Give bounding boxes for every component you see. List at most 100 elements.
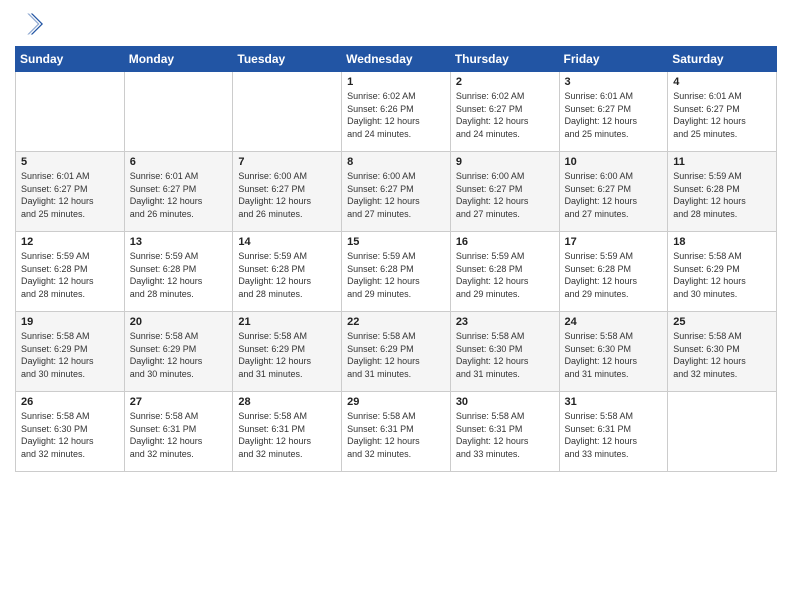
day-number: 7 (238, 156, 336, 168)
header-tuesday: Tuesday (233, 47, 342, 72)
day-info: Sunrise: 5:58 AM Sunset: 6:30 PM Dayligh… (21, 410, 119, 460)
calendar-cell: 30 Sunrise: 5:58 AM Sunset: 6:31 PM Dayli… (450, 392, 559, 472)
day-info: Sunrise: 5:58 AM Sunset: 6:30 PM Dayligh… (673, 330, 771, 380)
day-number: 8 (347, 156, 445, 168)
calendar-cell: 1 Sunrise: 6:02 AM Sunset: 6:26 PM Daylig… (342, 72, 451, 152)
day-info: Sunrise: 5:59 AM Sunset: 6:28 PM Dayligh… (21, 250, 119, 300)
calendar-cell: 11 Sunrise: 5:59 AM Sunset: 6:28 PM Dayli… (668, 152, 777, 232)
logo-icon (15, 10, 43, 38)
day-number: 12 (21, 236, 119, 248)
header-monday: Monday (124, 47, 233, 72)
day-info: Sunrise: 6:01 AM Sunset: 6:27 PM Dayligh… (673, 90, 771, 140)
day-number: 30 (456, 396, 554, 408)
calendar-cell: 21 Sunrise: 5:58 AM Sunset: 6:29 PM Dayli… (233, 312, 342, 392)
day-number: 1 (347, 76, 445, 88)
day-info: Sunrise: 5:59 AM Sunset: 6:28 PM Dayligh… (565, 250, 663, 300)
day-info: Sunrise: 5:58 AM Sunset: 6:31 PM Dayligh… (347, 410, 445, 460)
calendar-cell: 2 Sunrise: 6:02 AM Sunset: 6:27 PM Daylig… (450, 72, 559, 152)
calendar-cell: 7 Sunrise: 6:00 AM Sunset: 6:27 PM Daylig… (233, 152, 342, 232)
calendar-cell (233, 72, 342, 152)
day-number: 26 (21, 396, 119, 408)
day-number: 24 (565, 316, 663, 328)
day-number: 2 (456, 76, 554, 88)
day-info: Sunrise: 5:59 AM Sunset: 6:28 PM Dayligh… (347, 250, 445, 300)
day-info: Sunrise: 5:59 AM Sunset: 6:28 PM Dayligh… (238, 250, 336, 300)
calendar-cell: 26 Sunrise: 5:58 AM Sunset: 6:30 PM Dayli… (16, 392, 125, 472)
day-number: 13 (130, 236, 228, 248)
day-info: Sunrise: 6:02 AM Sunset: 6:27 PM Dayligh… (456, 90, 554, 140)
calendar-cell: 22 Sunrise: 5:58 AM Sunset: 6:29 PM Dayli… (342, 312, 451, 392)
calendar-week-row: 5 Sunrise: 6:01 AM Sunset: 6:27 PM Daylig… (16, 152, 777, 232)
calendar-cell: 3Sunrise: 6:01 AM Sunset: 6:27 PM Daylig… (559, 72, 668, 152)
day-number: 28 (238, 396, 336, 408)
calendar-table: SundayMondayTuesdayWednesdayThursdayFrid… (15, 46, 777, 472)
header-saturday: Saturday (668, 47, 777, 72)
day-number: 9 (456, 156, 554, 168)
day-number: 6 (130, 156, 228, 168)
day-info: Sunrise: 5:58 AM Sunset: 6:29 PM Dayligh… (238, 330, 336, 380)
day-info: Sunrise: 5:59 AM Sunset: 6:28 PM Dayligh… (130, 250, 228, 300)
day-info: Sunrise: 5:59 AM Sunset: 6:28 PM Dayligh… (456, 250, 554, 300)
calendar-week-row: 19Sunrise: 5:58 AM Sunset: 6:29 PM Dayli… (16, 312, 777, 392)
day-info: Sunrise: 5:58 AM Sunset: 6:29 PM Dayligh… (130, 330, 228, 380)
day-info: Sunrise: 5:59 AM Sunset: 6:28 PM Dayligh… (673, 170, 771, 220)
calendar-cell: 24Sunrise: 5:58 AM Sunset: 6:30 PM Dayli… (559, 312, 668, 392)
page: SundayMondayTuesdayWednesdayThursdayFrid… (0, 0, 792, 612)
day-number: 31 (565, 396, 663, 408)
calendar-week-row: 12 Sunrise: 5:59 AM Sunset: 6:28 PM Dayli… (16, 232, 777, 312)
day-info: Sunrise: 5:58 AM Sunset: 6:31 PM Dayligh… (238, 410, 336, 460)
header-friday: Friday (559, 47, 668, 72)
day-info: Sunrise: 5:58 AM Sunset: 6:29 PM Dayligh… (21, 330, 119, 380)
day-number: 4 (673, 76, 771, 88)
calendar-cell: 20 Sunrise: 5:58 AM Sunset: 6:29 PM Dayli… (124, 312, 233, 392)
calendar-cell: 12 Sunrise: 5:59 AM Sunset: 6:28 PM Dayli… (16, 232, 125, 312)
day-info: Sunrise: 6:02 AM Sunset: 6:26 PM Dayligh… (347, 90, 445, 140)
day-info: Sunrise: 6:00 AM Sunset: 6:27 PM Dayligh… (456, 170, 554, 220)
day-info: Sunrise: 5:58 AM Sunset: 6:29 PM Dayligh… (673, 250, 771, 300)
day-number: 25 (673, 316, 771, 328)
day-info: Sunrise: 5:58 AM Sunset: 6:30 PM Dayligh… (456, 330, 554, 380)
day-number: 17 (565, 236, 663, 248)
day-number: 20 (130, 316, 228, 328)
day-info: Sunrise: 6:01 AM Sunset: 6:27 PM Dayligh… (21, 170, 119, 220)
calendar-cell: 18 Sunrise: 5:58 AM Sunset: 6:29 PM Dayli… (668, 232, 777, 312)
day-number: 23 (456, 316, 554, 328)
calendar-cell: 28 Sunrise: 5:58 AM Sunset: 6:31 PM Dayli… (233, 392, 342, 472)
calendar-header-row: SundayMondayTuesdayWednesdayThursdayFrid… (16, 47, 777, 72)
day-number: 5 (21, 156, 119, 168)
calendar-cell: 19Sunrise: 5:58 AM Sunset: 6:29 PM Dayli… (16, 312, 125, 392)
day-info: Sunrise: 5:58 AM Sunset: 6:31 PM Dayligh… (456, 410, 554, 460)
day-info: Sunrise: 6:00 AM Sunset: 6:27 PM Dayligh… (565, 170, 663, 220)
day-number: 16 (456, 236, 554, 248)
day-number: 15 (347, 236, 445, 248)
calendar-cell: 6 Sunrise: 6:01 AM Sunset: 6:27 PM Daylig… (124, 152, 233, 232)
day-number: 3 (565, 76, 663, 88)
calendar-cell: 27 Sunrise: 5:58 AM Sunset: 6:31 PM Dayli… (124, 392, 233, 472)
day-info: Sunrise: 5:58 AM Sunset: 6:31 PM Dayligh… (130, 410, 228, 460)
day-number: 11 (673, 156, 771, 168)
day-info: Sunrise: 5:58 AM Sunset: 6:31 PM Dayligh… (565, 410, 663, 460)
calendar-cell: 10Sunrise: 6:00 AM Sunset: 6:27 PM Dayli… (559, 152, 668, 232)
header-thursday: Thursday (450, 47, 559, 72)
calendar-cell: 15 Sunrise: 5:59 AM Sunset: 6:28 PM Dayli… (342, 232, 451, 312)
header-sunday: Sunday (16, 47, 125, 72)
day-number: 18 (673, 236, 771, 248)
day-number: 21 (238, 316, 336, 328)
day-info: Sunrise: 5:58 AM Sunset: 6:29 PM Dayligh… (347, 330, 445, 380)
day-info: Sunrise: 6:00 AM Sunset: 6:27 PM Dayligh… (238, 170, 336, 220)
calendar-cell: 8Sunrise: 6:00 AM Sunset: 6:27 PM Daylig… (342, 152, 451, 232)
day-info: Sunrise: 6:01 AM Sunset: 6:27 PM Dayligh… (130, 170, 228, 220)
calendar-cell: 14Sunrise: 5:59 AM Sunset: 6:28 PM Dayli… (233, 232, 342, 312)
header-wednesday: Wednesday (342, 47, 451, 72)
header (15, 10, 777, 38)
calendar-week-row: 26 Sunrise: 5:58 AM Sunset: 6:30 PM Dayli… (16, 392, 777, 472)
calendar-cell (668, 392, 777, 472)
calendar-cell: 31 Sunrise: 5:58 AM Sunset: 6:31 PM Dayli… (559, 392, 668, 472)
day-number: 27 (130, 396, 228, 408)
calendar-cell: 13 Sunrise: 5:59 AM Sunset: 6:28 PM Dayli… (124, 232, 233, 312)
day-number: 22 (347, 316, 445, 328)
calendar-cell: 17 Sunrise: 5:59 AM Sunset: 6:28 PM Dayli… (559, 232, 668, 312)
calendar-cell: 5 Sunrise: 6:01 AM Sunset: 6:27 PM Daylig… (16, 152, 125, 232)
calendar-cell: 29Sunrise: 5:58 AM Sunset: 6:31 PM Dayli… (342, 392, 451, 472)
calendar-cell: 4 Sunrise: 6:01 AM Sunset: 6:27 PM Daylig… (668, 72, 777, 152)
